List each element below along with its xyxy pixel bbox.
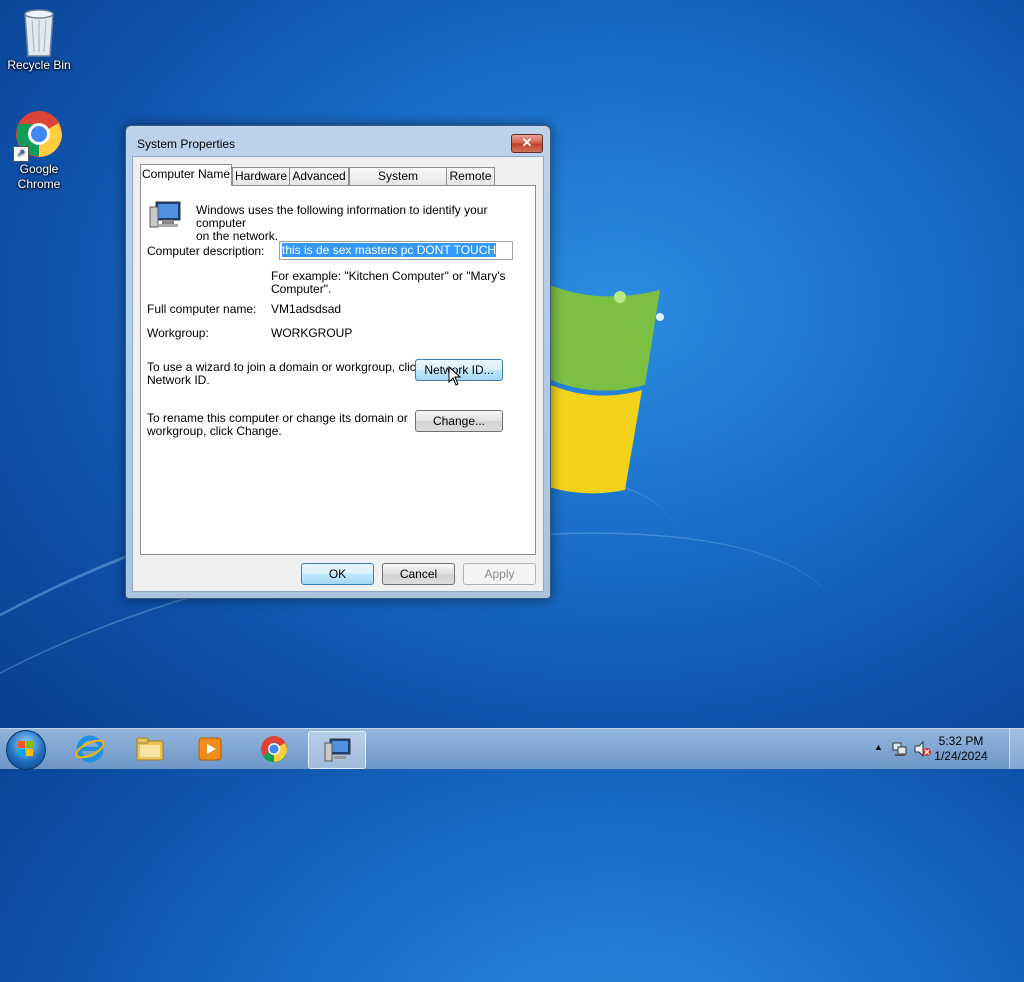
cancel-button[interactable]: Cancel — [382, 563, 455, 585]
full-computer-name-value: VM1adsdsad — [271, 302, 342, 316]
internet-explorer-icon — [75, 735, 105, 763]
rename-line: workgroup, click Change. — [147, 424, 282, 438]
close-button[interactable]: ✕ — [511, 134, 543, 153]
intro-line: Windows uses the following information t… — [196, 203, 488, 230]
show-hidden-icons-arrow-icon[interactable]: ▲ — [874, 742, 883, 752]
recycle-bin-icon — [15, 6, 63, 57]
close-icon: ✕ — [521, 135, 533, 150]
desktop-icon-google-chrome[interactable]: ↗ Google Chrome — [1, 110, 77, 192]
file-explorer-icon — [136, 737, 164, 761]
intro-text: Windows uses the following information t… — [196, 204, 535, 243]
tab-remote[interactable]: Remote — [446, 167, 495, 185]
taskbar: ▲ 5:32 PM 1/24/2024 — [0, 728, 1024, 770]
desktop-icon-label: Chrome — [17, 177, 61, 191]
taskbar-media-player[interactable] — [182, 731, 238, 767]
full-computer-name-label: Full computer name: — [147, 302, 257, 316]
apply-button[interactable]: Apply — [463, 563, 536, 585]
clock-time: 5:32 PM — [938, 734, 984, 748]
tab-computer-name[interactable]: Computer Name — [140, 164, 232, 186]
system-properties-dialog: System Properties ✕ Computer Name Hardwa… — [125, 125, 551, 599]
clock-date: 1/24/2024 — [934, 749, 988, 763]
workgroup-label: Workgroup: — [147, 326, 209, 340]
dialog-body: Computer Name Hardware Advanced System P… — [132, 156, 544, 592]
ok-button[interactable]: OK — [301, 563, 374, 585]
taskbar-google-chrome[interactable] — [246, 731, 302, 767]
computer-description-label: Computer description: — [147, 244, 265, 258]
taskbar-system-properties[interactable] — [308, 731, 366, 769]
tab-system-protection[interactable]: System Protection — [349, 167, 447, 200]
example-text: For example: "Kitchen Computer" or "Mary… — [271, 270, 505, 296]
change-button[interactable]: Change... — [415, 410, 503, 432]
system-properties-icon — [324, 738, 351, 762]
computer-name-panel: Windows uses the following information t… — [140, 185, 536, 555]
chrome-icon — [261, 736, 287, 763]
wizard-line: Network ID. — [147, 373, 210, 387]
system-tray: ▲ 5:32 PM 1/24/2024 — [864, 729, 1024, 769]
windows-logo-icon — [18, 741, 33, 756]
chrome-icon: ↗ — [13, 110, 63, 162]
desktop-icon-recycle-bin[interactable]: Recycle Bin — [1, 6, 77, 73]
clock[interactable]: 5:32 PM 1/24/2024 — [926, 734, 996, 764]
taskbar-internet-explorer[interactable] — [62, 731, 118, 767]
desktop-icon-label: Recycle Bin — [7, 58, 71, 72]
show-desktop-button[interactable] — [1009, 729, 1024, 769]
taskbar-file-explorer[interactable] — [122, 731, 178, 767]
tab-hardware[interactable]: Hardware — [232, 167, 290, 185]
example-line: Computer". — [271, 282, 332, 296]
desktop-icon-label: Google — [19, 162, 59, 176]
shortcut-arrow-icon: ↗ — [13, 146, 29, 162]
dialog-title: System Properties — [137, 137, 236, 151]
workgroup-value: WORKGROUP — [271, 326, 353, 340]
mouse-cursor-icon — [448, 366, 462, 386]
tab-advanced[interactable]: Advanced — [289, 167, 349, 185]
selected-text: this is de sex masters pc DONT TOUCH — [282, 243, 497, 257]
rename-text: To rename this computer or change its do… — [147, 412, 408, 438]
wizard-text: To use a wizard to join a domain or work… — [147, 361, 422, 387]
computer-description-input[interactable]: this is de sex masters pc DONT TOUCH — [279, 241, 513, 260]
computer-icon — [149, 201, 181, 228]
media-player-icon — [198, 737, 222, 761]
start-button[interactable] — [6, 730, 46, 770]
network-icon[interactable] — [892, 741, 908, 757]
